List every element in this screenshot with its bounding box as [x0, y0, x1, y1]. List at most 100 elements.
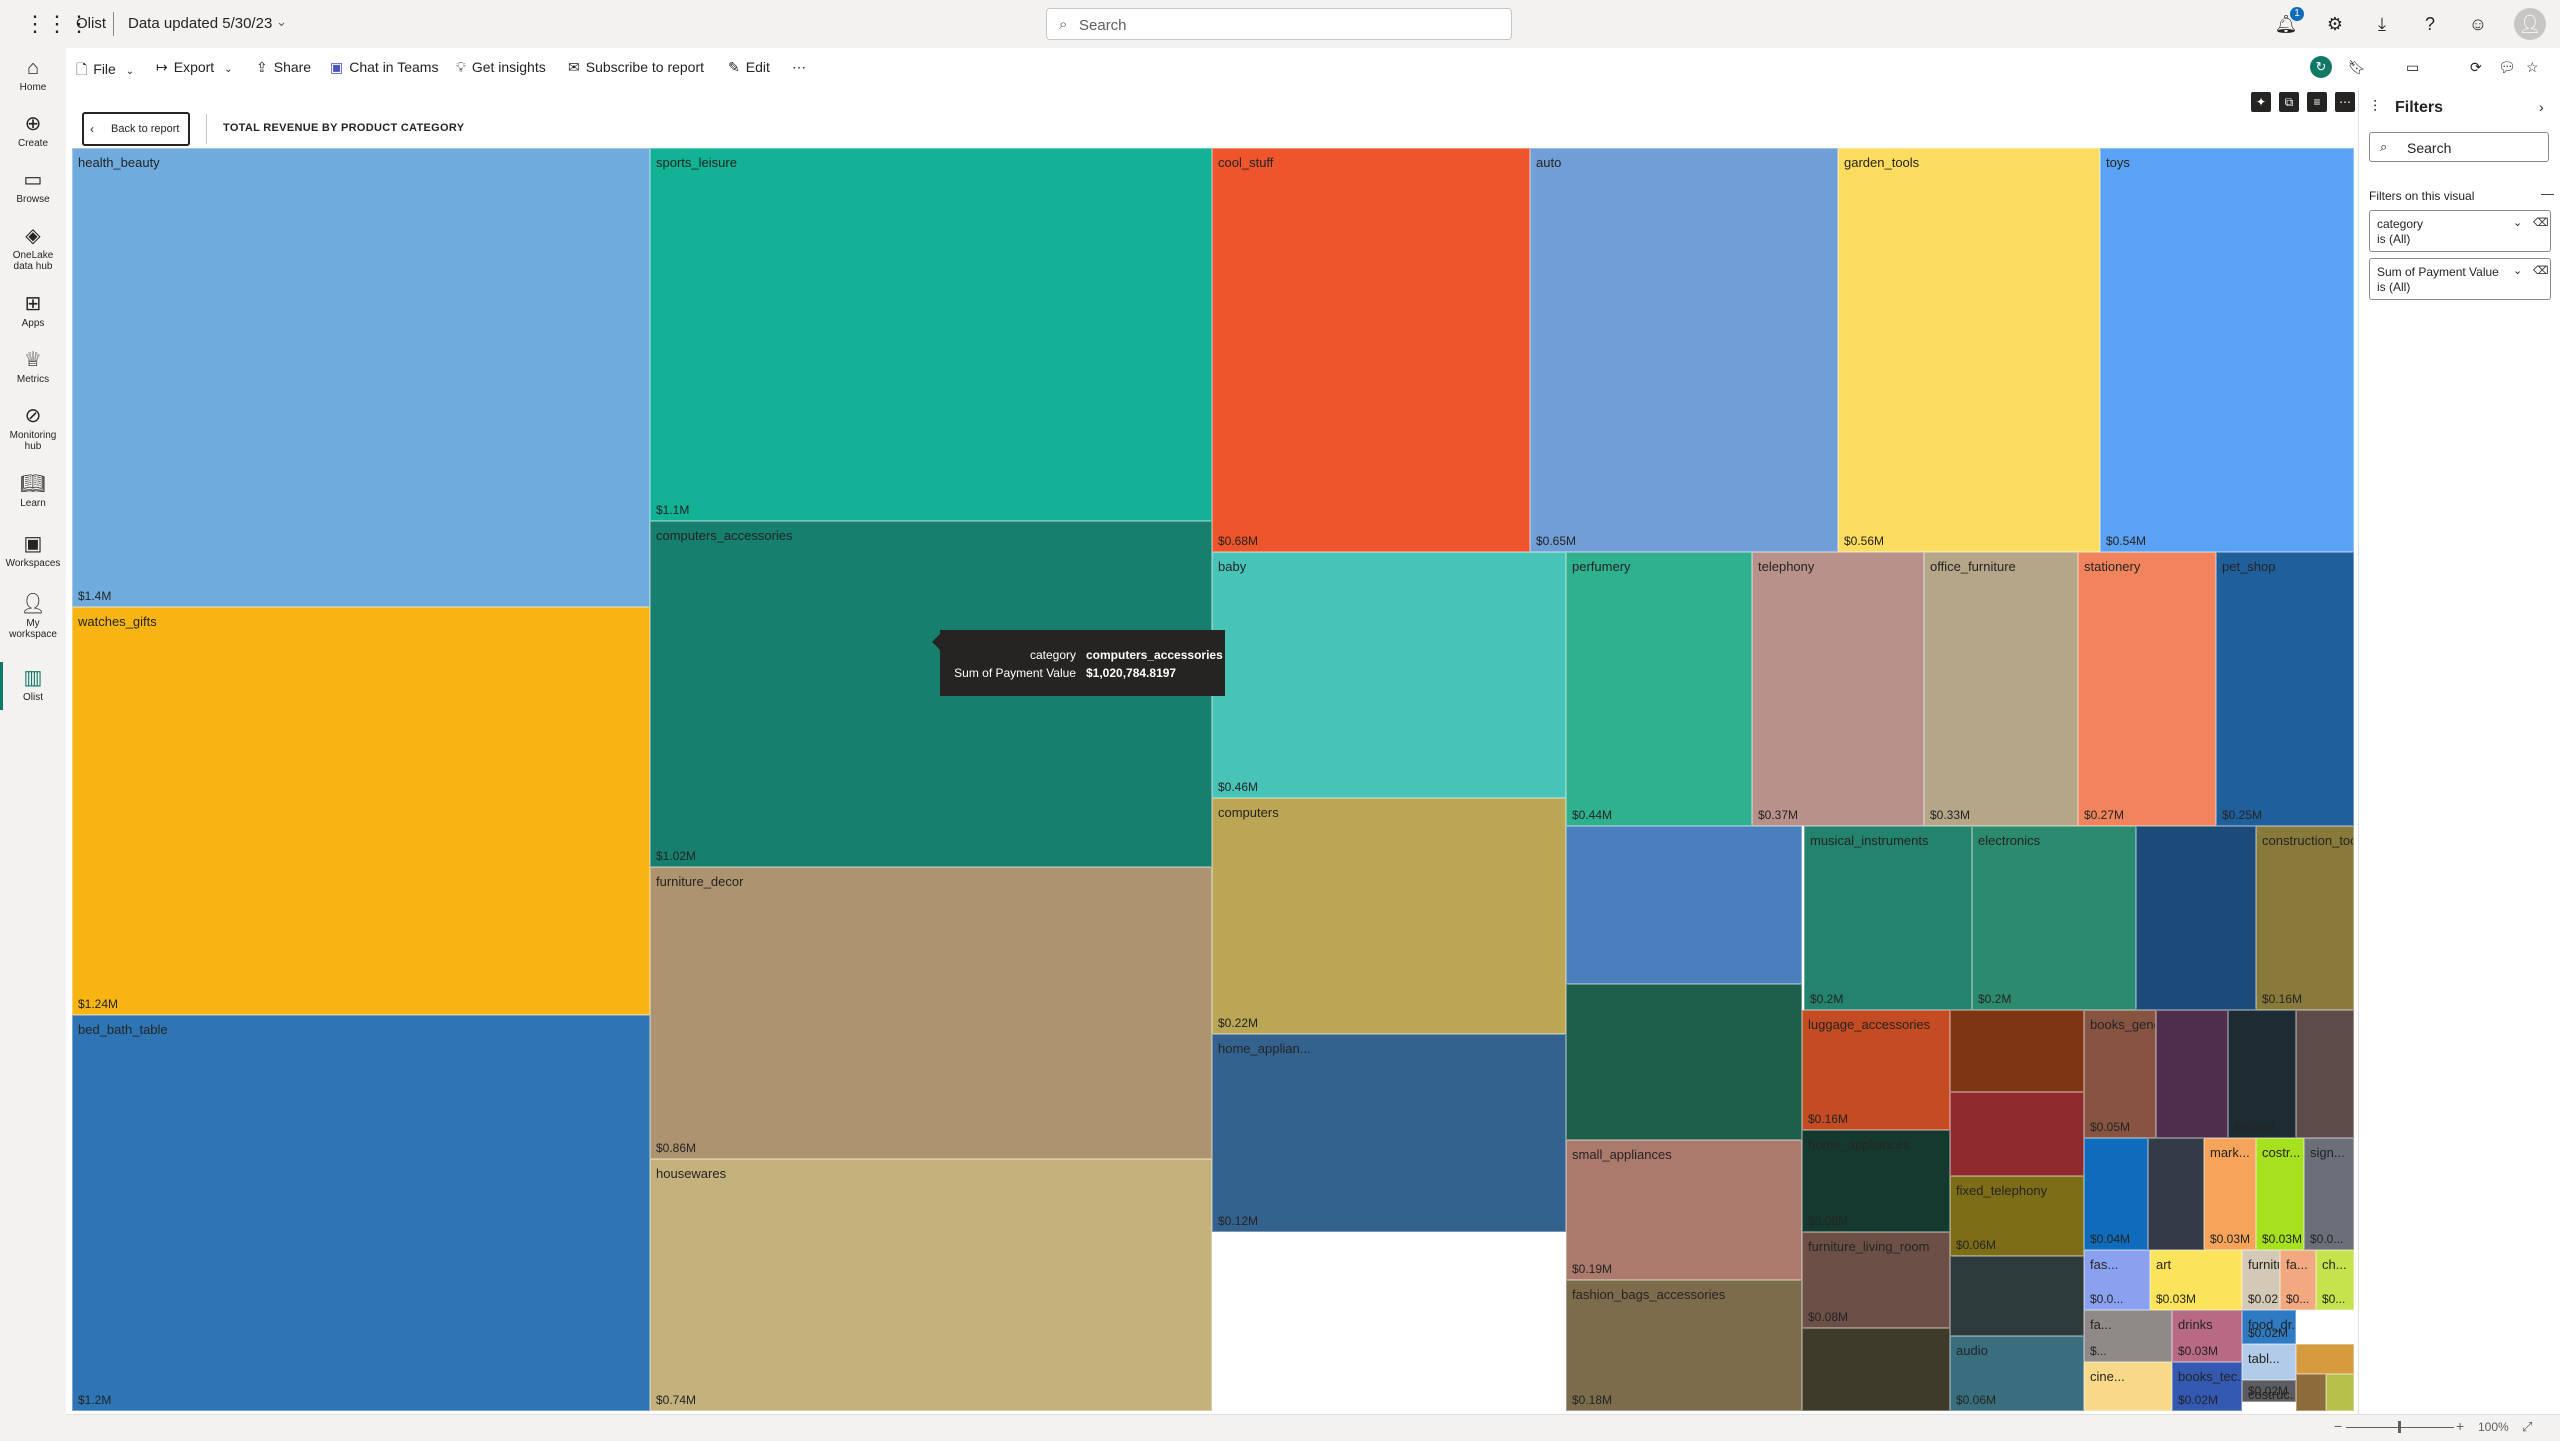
- refresh-status-icon[interactable]: ↻: [2310, 56, 2332, 78]
- treemap-tile[interactable]: office_furniture $0.33M: [1924, 552, 2078, 826]
- nav-monitoring[interactable]: ⊘ Monitoring hub: [0, 404, 66, 452]
- help-icon[interactable]: ?: [2418, 12, 2442, 36]
- bookmark-icon[interactable]: 🔖︎: [2348, 59, 2366, 76]
- treemap-tile[interactable]: auto $0.65M: [1530, 148, 1838, 552]
- nav-home[interactable]: ⌂ Home: [0, 56, 66, 93]
- treemap-tile[interactable]: electronics $0.2M: [1972, 826, 2136, 1010]
- more-options-icon[interactable]: ⋯: [2335, 92, 2355, 112]
- treemap-tile[interactable]: housewares $0.74M: [650, 1159, 1212, 1411]
- treemap-tile[interactable]: luggage_accessories $0.16M: [1802, 1010, 1950, 1130]
- treemap-tile[interactable]: [1566, 826, 1802, 984]
- edit-button[interactable]: ✎ Edit: [728, 59, 770, 76]
- chevron-down-icon[interactable]: ⌄: [2513, 216, 2522, 229]
- nav-learn[interactable]: 📖︎ Learn: [0, 472, 66, 509]
- nav-create[interactable]: ⊕ Create: [0, 112, 66, 149]
- favorite-icon[interactable]: ☆: [2526, 59, 2539, 76]
- treemap-tile[interactable]: computers $0.22M: [1212, 798, 1566, 1034]
- treemap-tile[interactable]: fas... $0.0...: [2084, 1250, 2150, 1310]
- filter-card-payment-value[interactable]: Sum of Payment Value is (All) ⌄ ⌫: [2369, 258, 2551, 300]
- treemap-tile[interactable]: costruc... $0.02M: [2242, 1380, 2296, 1402]
- nav-my-workspace[interactable]: 👤︎ My workspace: [0, 592, 66, 640]
- nav-metrics[interactable]: ♕ Metrics: [0, 348, 66, 385]
- view-icon[interactable]: ▭: [2406, 59, 2419, 76]
- treemap-tile[interactable]: bed_bath_table $1.2M: [72, 1015, 650, 1411]
- treemap-tile[interactable]: toys $0.54M: [2100, 148, 2354, 552]
- treemap-tile[interactable]: costr... $0.03M: [2256, 1138, 2304, 1250]
- nav-onelake[interactable]: ◈ OneLake data hub: [0, 224, 66, 272]
- treemap-tile[interactable]: books_tec... $0.02M: [2172, 1362, 2242, 1411]
- workspace-name[interactable]: Olist: [76, 15, 106, 32]
- treemap-tile[interactable]: [2296, 1010, 2354, 1138]
- treemap-tile[interactable]: $0.04M: [2084, 1138, 2148, 1250]
- treemap-tile[interactable]: $0.05M: [2228, 1010, 2296, 1138]
- treemap-tile[interactable]: [2296, 1374, 2326, 1411]
- zoom-slider-handle[interactable]: [2398, 1421, 2401, 1433]
- share-button[interactable]: ⇪ Share: [256, 59, 311, 76]
- filters-search-input[interactable]: ⌕ Search: [2369, 132, 2549, 162]
- treemap-tile[interactable]: [1950, 1092, 2084, 1176]
- treemap-tile[interactable]: [2326, 1374, 2354, 1411]
- treemap-tile[interactable]: food_dr...$0.02M: [2242, 1310, 2296, 1344]
- collapse-section-icon[interactable]: —: [2541, 186, 2554, 201]
- treemap-tile[interactable]: [1566, 984, 1802, 1140]
- treemap-tile[interactable]: [1802, 1328, 1950, 1411]
- pin-icon[interactable]: ✦: [2251, 92, 2271, 112]
- app-launcher-icon[interactable]: ⋮⋮⋮: [24, 13, 90, 35]
- treemap-tile[interactable]: [2136, 826, 2256, 1010]
- zoom-in-icon[interactable]: +: [2456, 1418, 2464, 1434]
- export-menu[interactable]: ↦ Export ⌄: [156, 59, 232, 76]
- treemap-tile[interactable]: pet_shop $0.25M: [2216, 552, 2354, 826]
- chevron-down-icon[interactable]: ⌄: [276, 14, 287, 30]
- treemap-tile[interactable]: mark... $0.03M: [2204, 1138, 2256, 1250]
- subscribe-button[interactable]: ✉ Subscribe to report: [568, 59, 704, 76]
- treemap-tile[interactable]: musical_instruments $0.2M: [1804, 826, 1972, 1010]
- download-icon[interactable]: ⤓: [2370, 12, 2394, 36]
- treemap-tile[interactable]: fa... $0...: [2280, 1250, 2316, 1310]
- treemap-tile[interactable]: telephony $0.37M: [1752, 552, 1924, 826]
- treemap-tile[interactable]: drinks $0.03M: [2172, 1310, 2242, 1362]
- filter-icon[interactable]: ≡: [2307, 92, 2327, 112]
- filter-card-category[interactable]: category is (All) ⌄ ⌫: [2369, 210, 2551, 252]
- treemap-tile[interactable]: home_applian... $0.12M: [1212, 1034, 1566, 1232]
- treemap-tile[interactable]: small_appliances $0.19M: [1566, 1140, 1802, 1280]
- file-menu[interactable]: 🗋︎ File ⌄: [76, 59, 134, 83]
- treemap-tile[interactable]: baby $0.46M: [1212, 552, 1566, 798]
- gear-icon[interactable]: ⚙: [2323, 12, 2347, 36]
- treemap-tile[interactable]: [2296, 1344, 2354, 1374]
- treemap-tile[interactable]: fa... $...: [2084, 1310, 2172, 1362]
- chevron-down-icon[interactable]: ⌄: [2513, 264, 2522, 277]
- get-insights-button[interactable]: 💡︎ Get insights: [456, 59, 546, 76]
- treemap-tile[interactable]: [2148, 1138, 2204, 1250]
- nav-workspaces[interactable]: ▣ Workspaces: [0, 532, 66, 569]
- comment-icon[interactable]: 💬︎: [2498, 59, 2516, 76]
- fit-to-page-icon[interactable]: ⤢: [2522, 1419, 2532, 1435]
- treemap-tile[interactable]: watches_gifts $1.24M: [72, 607, 650, 1015]
- treemap-tile[interactable]: art $0.03M: [2150, 1250, 2242, 1310]
- nav-apps[interactable]: ⊞ Apps: [0, 292, 66, 329]
- treemap-tile[interactable]: cool_stuff $0.68M: [1212, 148, 1530, 552]
- treemap-tile[interactable]: sports_leisure $1.1M: [650, 148, 1212, 521]
- treemap-tile[interactable]: health_beauty $1.4M: [72, 148, 650, 607]
- treemap-tile[interactable]: perfumery $0.44M: [1566, 552, 1752, 826]
- treemap-tile[interactable]: books_general_int... $0.05M: [2084, 1010, 2156, 1138]
- treemap-tile[interactable]: fixed_telephony $0.06M: [1950, 1176, 2084, 1256]
- nav-olist[interactable]: ▥ Olist: [0, 666, 66, 703]
- treemap-tile[interactable]: furniture_decor $0.86M: [650, 867, 1212, 1159]
- treemap-tile[interactable]: fashion_bags_accessories $0.18M: [1566, 1280, 1802, 1411]
- more-options-button[interactable]: ⋯: [792, 59, 806, 76]
- treemap-tile[interactable]: home_appliances $0.09M: [1802, 1130, 1950, 1232]
- treemap-tile[interactable]: furnitur... $0.02M: [2242, 1250, 2280, 1310]
- copy-icon[interactable]: ⧉: [2279, 92, 2299, 112]
- treemap-tile[interactable]: sign... $0.0...: [2304, 1138, 2354, 1250]
- nav-browse[interactable]: ▭ Browse: [0, 168, 66, 205]
- treemap-tile[interactable]: construction_tools_con... $0.16M: [2256, 826, 2354, 1010]
- treemap-tile[interactable]: garden_tools $0.56M: [1838, 148, 2100, 552]
- treemap-tile[interactable]: [2156, 1010, 2228, 1138]
- reload-icon[interactable]: ⟳: [2470, 59, 2482, 76]
- chat-in-teams-button[interactable]: ▣ Chat in Teams: [330, 59, 438, 76]
- treemap-tile[interactable]: [1950, 1010, 2084, 1092]
- treemap-tile[interactable]: furniture_living_room $0.08M: [1802, 1232, 1950, 1328]
- treemap-tile[interactable]: audio $0.06M: [1950, 1336, 2084, 1411]
- feedback-icon[interactable]: ☺: [2466, 12, 2490, 36]
- treemap-tile[interactable]: [1950, 1256, 2084, 1336]
